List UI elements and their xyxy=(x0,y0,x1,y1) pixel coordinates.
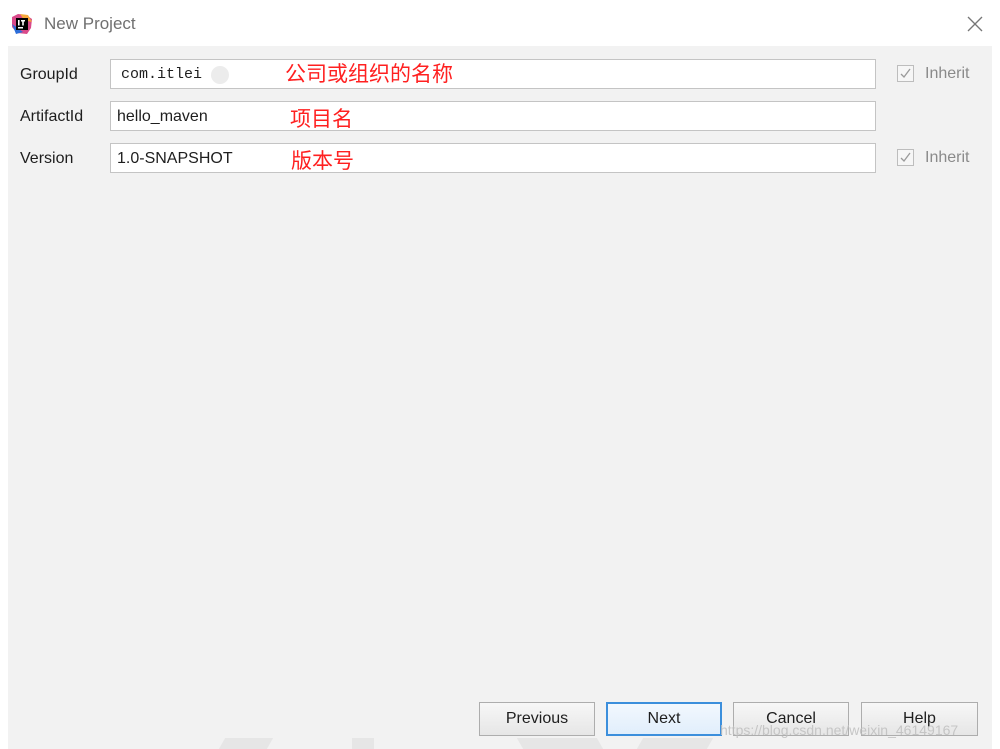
watermark-shape xyxy=(516,738,604,749)
groupid-inherit-label: Inherit xyxy=(925,65,970,82)
checkmark-icon xyxy=(900,68,911,78)
checkmark-icon xyxy=(900,152,911,162)
version-inherit-checkbox[interactable] xyxy=(897,149,914,166)
groupid-annotation: 公司或组织的名称 xyxy=(285,63,453,86)
watermark-text: https://blog.csdn.net/weixin_46149167 xyxy=(720,722,959,738)
close-icon xyxy=(967,16,983,32)
artifactid-annotation: 项目名 xyxy=(290,108,353,131)
redacted-blur xyxy=(211,66,229,84)
watermark-shape xyxy=(218,738,274,749)
artifactid-value: hello_maven xyxy=(117,108,208,125)
groupid-value: com.itlei xyxy=(121,66,203,83)
groupid-label: GroupId xyxy=(20,66,78,83)
groupid-input[interactable]: com.itlei xyxy=(110,59,876,89)
title-bar: New Project xyxy=(0,0,1000,46)
version-label: Version xyxy=(20,150,74,167)
artifactid-input[interactable]: hello_maven xyxy=(110,101,876,131)
version-annotation: 版本号 xyxy=(291,150,354,173)
close-button[interactable] xyxy=(960,10,990,38)
watermark-shape xyxy=(352,738,374,749)
next-button[interactable]: Next xyxy=(606,702,722,736)
watermark-shape xyxy=(636,738,714,749)
version-input[interactable]: 1.0-SNAPSHOT xyxy=(110,143,876,173)
intellij-logo-icon xyxy=(12,14,32,34)
window-title: New Project xyxy=(44,14,136,33)
groupid-inherit-checkbox[interactable] xyxy=(897,65,914,82)
previous-button[interactable]: Previous xyxy=(479,702,595,736)
version-value: 1.0-SNAPSHOT xyxy=(117,150,233,167)
version-inherit-label: Inherit xyxy=(925,149,970,166)
artifactid-label: ArtifactId xyxy=(20,108,84,125)
